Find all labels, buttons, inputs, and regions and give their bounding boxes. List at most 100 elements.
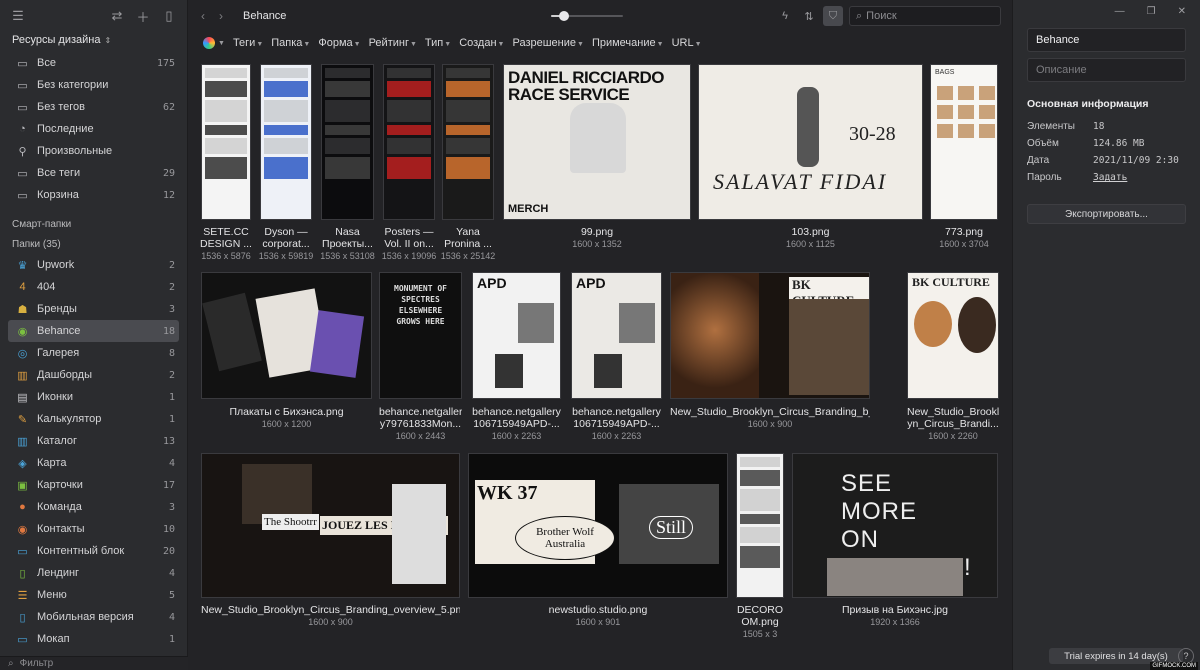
filter-dropdown[interactable]: Примечание▼ (592, 37, 664, 49)
thumb-word: Still (649, 516, 694, 539)
thumb-caption: The Shootrr (262, 514, 319, 530)
sidebar-item-uncategorized[interactable]: ▭ Без категории (0, 74, 187, 96)
sidebar-item-behance[interactable]: ◉ Behance 18 (8, 320, 179, 342)
page-block (446, 125, 490, 135)
photo-block (518, 303, 554, 343)
sidebar-item-catalog[interactable]: ▥ Каталог 13 (0, 430, 187, 452)
sidebar-item-inbox[interactable]: ▭ Все 175 (0, 52, 187, 74)
sidebar-item-count: 4 (168, 457, 175, 469)
filter-dropdown[interactable]: Форма▼ (318, 37, 360, 49)
asset-thumbnail[interactable] (736, 453, 784, 598)
asset-thumbnail[interactable]: WK 37 Brother Wolf Australia Still (468, 453, 728, 598)
sidebar-item-label: Behance (37, 325, 81, 337)
clock-icon: ◔ (19, 123, 26, 135)
sidebar-item-map[interactable]: ◈ Карта 4 (0, 452, 187, 474)
chevron-down-icon: ▼ (303, 41, 311, 48)
asset-thumbnail[interactable] (201, 64, 251, 220)
thumbnail-size-slider[interactable] (551, 9, 623, 23)
filter-dropdown[interactable]: Создан▼ (459, 37, 504, 49)
sidebar-item-contacts[interactable]: ◉ Контакты 10 (0, 518, 187, 540)
sidebar-item-content-block[interactable]: ▭ Контентный блок 20 (0, 540, 187, 562)
thumb-title: MONUMENT OF SPECTRES ELSEWHERE GROWS HER… (394, 284, 447, 326)
folder-name-field[interactable]: Behance (1027, 28, 1186, 52)
asset-thumbnail[interactable] (442, 64, 494, 220)
color-filter[interactable]: ▼ (203, 37, 225, 49)
sidebar-item-icons[interactable]: ▤ Иконки 1 (0, 386, 187, 408)
sidebar-item-dashboard[interactable]: ▥ Дашборды 2 (0, 364, 187, 386)
asset-dimensions: 1600 x 1352 (572, 239, 622, 249)
sidebar-item-untagged[interactable]: ▭ Без тегов 62 (0, 96, 187, 118)
menu-icon[interactable]: ☰ (10, 8, 26, 24)
filter-dropdown[interactable]: Теги▼ (233, 37, 263, 49)
filter-dropdown[interactable]: URL▼ (672, 37, 702, 49)
asset-thumbnail[interactable]: MONUMENT OF SPECTRES ELSEWHERE GROWS HER… (379, 272, 462, 399)
sidebar-item-trash[interactable]: ▭ Корзина 12 (0, 184, 187, 206)
photo-block (827, 558, 963, 596)
asset-name: Yana Pronina ... (444, 226, 492, 250)
filter-dropdown[interactable]: Разрешение▼ (512, 37, 583, 49)
asset-thumbnail[interactable]: DANIEL RICCIARDO RACE SERVICE MERCH (503, 64, 691, 220)
library-switcher[interactable]: Ресурсы дизайна ⇕ (0, 32, 187, 50)
landing-icon: ▯ (19, 567, 26, 580)
info-value[interactable]: Задать (1093, 172, 1127, 183)
brand-icon: ☗ (17, 303, 28, 316)
filter-dropdown[interactable]: Папка▼ (271, 37, 310, 49)
folder-filter-input[interactable]: ⌕ Фильтр (0, 656, 188, 670)
panel-toggle-icon[interactable]: ▯ (161, 8, 177, 24)
asset-thumbnail[interactable]: BK CULTURE (907, 272, 999, 399)
page-block (264, 100, 308, 122)
maximize-icon[interactable]: ❐ (1147, 6, 1156, 17)
asset-dimensions: 1600 x 2263 (591, 431, 642, 441)
page-block (387, 125, 431, 135)
asset-thumbnail[interactable] (321, 64, 374, 220)
filter-icon[interactable]: ⛉ (823, 6, 843, 26)
folders-heading[interactable]: Папки (35) (0, 234, 187, 254)
forward-icon[interactable]: › (219, 9, 237, 23)
sidebar-item-mobile[interactable]: ▯ Мобильная версия 4 (0, 606, 187, 628)
description-field[interactable]: Описание (1027, 58, 1186, 82)
close-icon[interactable]: ✕ (1178, 6, 1186, 17)
mobile-icon: ▯ (19, 611, 26, 624)
filter-label: Рейтинг (368, 37, 409, 49)
filter-dropdown[interactable]: Рейтинг▼ (369, 37, 417, 49)
export-button[interactable]: Экспортировать... (1027, 204, 1186, 224)
sidebar-item-cards[interactable]: ▣ Карточки 17 (0, 474, 187, 496)
sort-icon[interactable]: ⇅ (799, 6, 819, 26)
sidebar-item-landing[interactable]: ▯ Лендинг 4 (0, 562, 187, 584)
sidebar-item-calculator[interactable]: ✎ Калькулятор 1 (0, 408, 187, 430)
sidebar-item-tag[interactable]: ▭ Все теги 29 (0, 162, 187, 184)
asset-thumbnail[interactable] (383, 64, 435, 220)
sidebar-item-404[interactable]: 4 404 2 (0, 276, 187, 298)
sidebar-item-brand[interactable]: ☗ Бренды 3 (0, 298, 187, 320)
asset-thumbnail[interactable]: 30-28 SALAVAT FIDAI (698, 64, 923, 220)
asset-thumbnail[interactable]: SEE MORE ON BEHANCE! (792, 453, 998, 598)
info-value: 124.86 MB (1093, 138, 1145, 149)
search-input[interactable]: ⌕ Поиск (849, 6, 1001, 26)
sidebar-item-random-pin[interactable]: ⚲ Произвольные (0, 140, 187, 162)
sidebar-item-upwork[interactable]: ♛ Upwork 2 (0, 254, 187, 276)
hoodie-shape (570, 103, 626, 173)
inbox-icon: ▭ (17, 57, 28, 70)
back-icon[interactable]: ‹ (201, 9, 219, 23)
add-icon[interactable]: ＋ (135, 8, 151, 25)
asset-thumbnail[interactable]: APD (472, 272, 561, 399)
portrait-photo (671, 273, 759, 398)
asset-thumbnail[interactable]: BK CULTURE (670, 272, 870, 399)
asset-thumbnail[interactable] (260, 64, 312, 220)
contacts-icon: ◉ (17, 523, 28, 536)
sidebar-item-clock[interactable]: ◔ Последние (0, 118, 187, 140)
sidebar-item-mockup[interactable]: ▭ Мокап 1 (0, 628, 187, 650)
sidebar-item-gallery[interactable]: ◎ Галерея 8 (0, 342, 187, 364)
sidebar-item-team[interactable]: ● Команда 3 (0, 496, 187, 518)
lightning-icon[interactable]: ϟ (775, 6, 795, 26)
asset-thumbnail[interactable]: APD (571, 272, 662, 399)
smart-folders-heading[interactable]: Смарт-папки (0, 214, 187, 234)
asset-thumbnail[interactable]: JOUEZ LES ENFANTS The Shootrr (201, 453, 460, 598)
asset-thumbnail[interactable]: BAGS (930, 64, 998, 220)
sync-icon[interactable]: ⇄ (109, 8, 125, 24)
sidebar-item-menu[interactable]: ☰ Меню 5 (0, 584, 187, 606)
slider-knob[interactable] (558, 11, 569, 21)
filter-dropdown[interactable]: Тип▼ (425, 37, 451, 49)
asset-thumbnail[interactable] (201, 272, 372, 399)
minimize-icon[interactable]: — (1115, 6, 1125, 17)
